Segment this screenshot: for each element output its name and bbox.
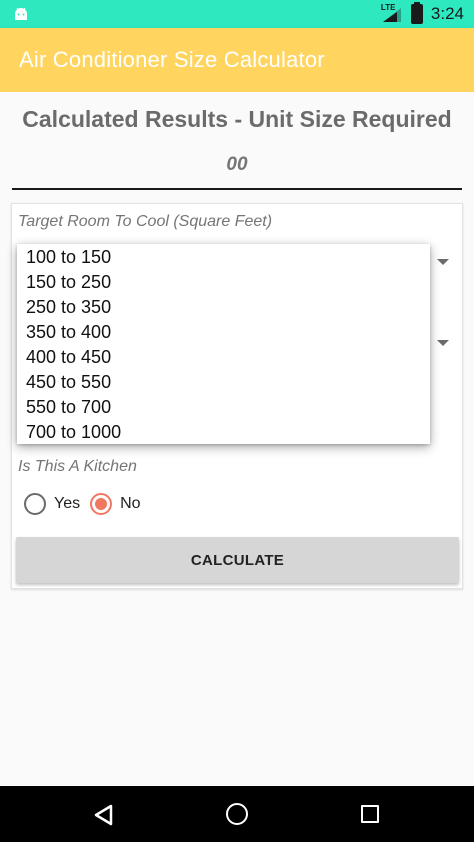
back-icon[interactable] <box>93 804 115 831</box>
radio-yes-label[interactable]: Yes <box>54 495 80 513</box>
recent-apps-icon[interactable] <box>361 805 379 823</box>
dropdown-option[interactable]: 400 to 450 <box>17 345 430 370</box>
radio-no[interactable] <box>90 493 113 515</box>
room-size-dropdown-list: 100 to 150 150 to 250 250 to 350 350 to … <box>17 244 430 444</box>
calculate-button[interactable]: CALCULATE <box>16 537 459 583</box>
room-size-label: Target Room To Cool (Square Feet) <box>18 213 273 230</box>
dropdown-option[interactable]: 350 to 400 <box>17 320 430 345</box>
app-bar: Air Conditioner Size Calculator <box>0 28 474 92</box>
radio-yes[interactable] <box>24 493 46 515</box>
dropdown-option[interactable]: 100 to 150 <box>17 245 430 270</box>
kitchen-option-no[interactable]: No <box>90 493 141 515</box>
dropdown-option[interactable]: 150 to 250 <box>17 270 430 295</box>
network-type-label: LTE <box>380 3 396 12</box>
secondary-dropdown-arrow-icon[interactable] <box>437 340 449 346</box>
home-icon[interactable] <box>226 803 248 825</box>
room-size-dropdown-arrow-icon[interactable] <box>437 259 449 265</box>
battery-icon <box>410 2 423 24</box>
radio-no-label[interactable]: No <box>120 495 140 513</box>
dropdown-option[interactable]: 700 to 1000 <box>17 420 430 445</box>
app-title: Air Conditioner Size Calculator <box>19 47 325 72</box>
dropdown-option[interactable]: 450 to 550 <box>17 370 430 395</box>
dropdown-option[interactable]: 550 to 700 <box>17 395 430 420</box>
results-heading: Calculated Results - Unit Size Required <box>22 106 452 132</box>
clock: 3:24 <box>430 4 464 23</box>
dropdown-option[interactable]: 250 to 350 <box>17 295 430 320</box>
kitchen-label: Is This A Kitchen <box>18 458 137 475</box>
kitchen-option-yes[interactable]: Yes <box>24 493 80 515</box>
status-bar: LTE 3:24 <box>0 0 474 28</box>
android-icon <box>12 5 30 23</box>
signal-icon: LTE <box>380 3 403 23</box>
result-value-field[interactable]: 00 <box>12 150 462 190</box>
kitchen-radio-group: Yes No <box>24 493 151 515</box>
navigation-bar <box>0 786 474 842</box>
